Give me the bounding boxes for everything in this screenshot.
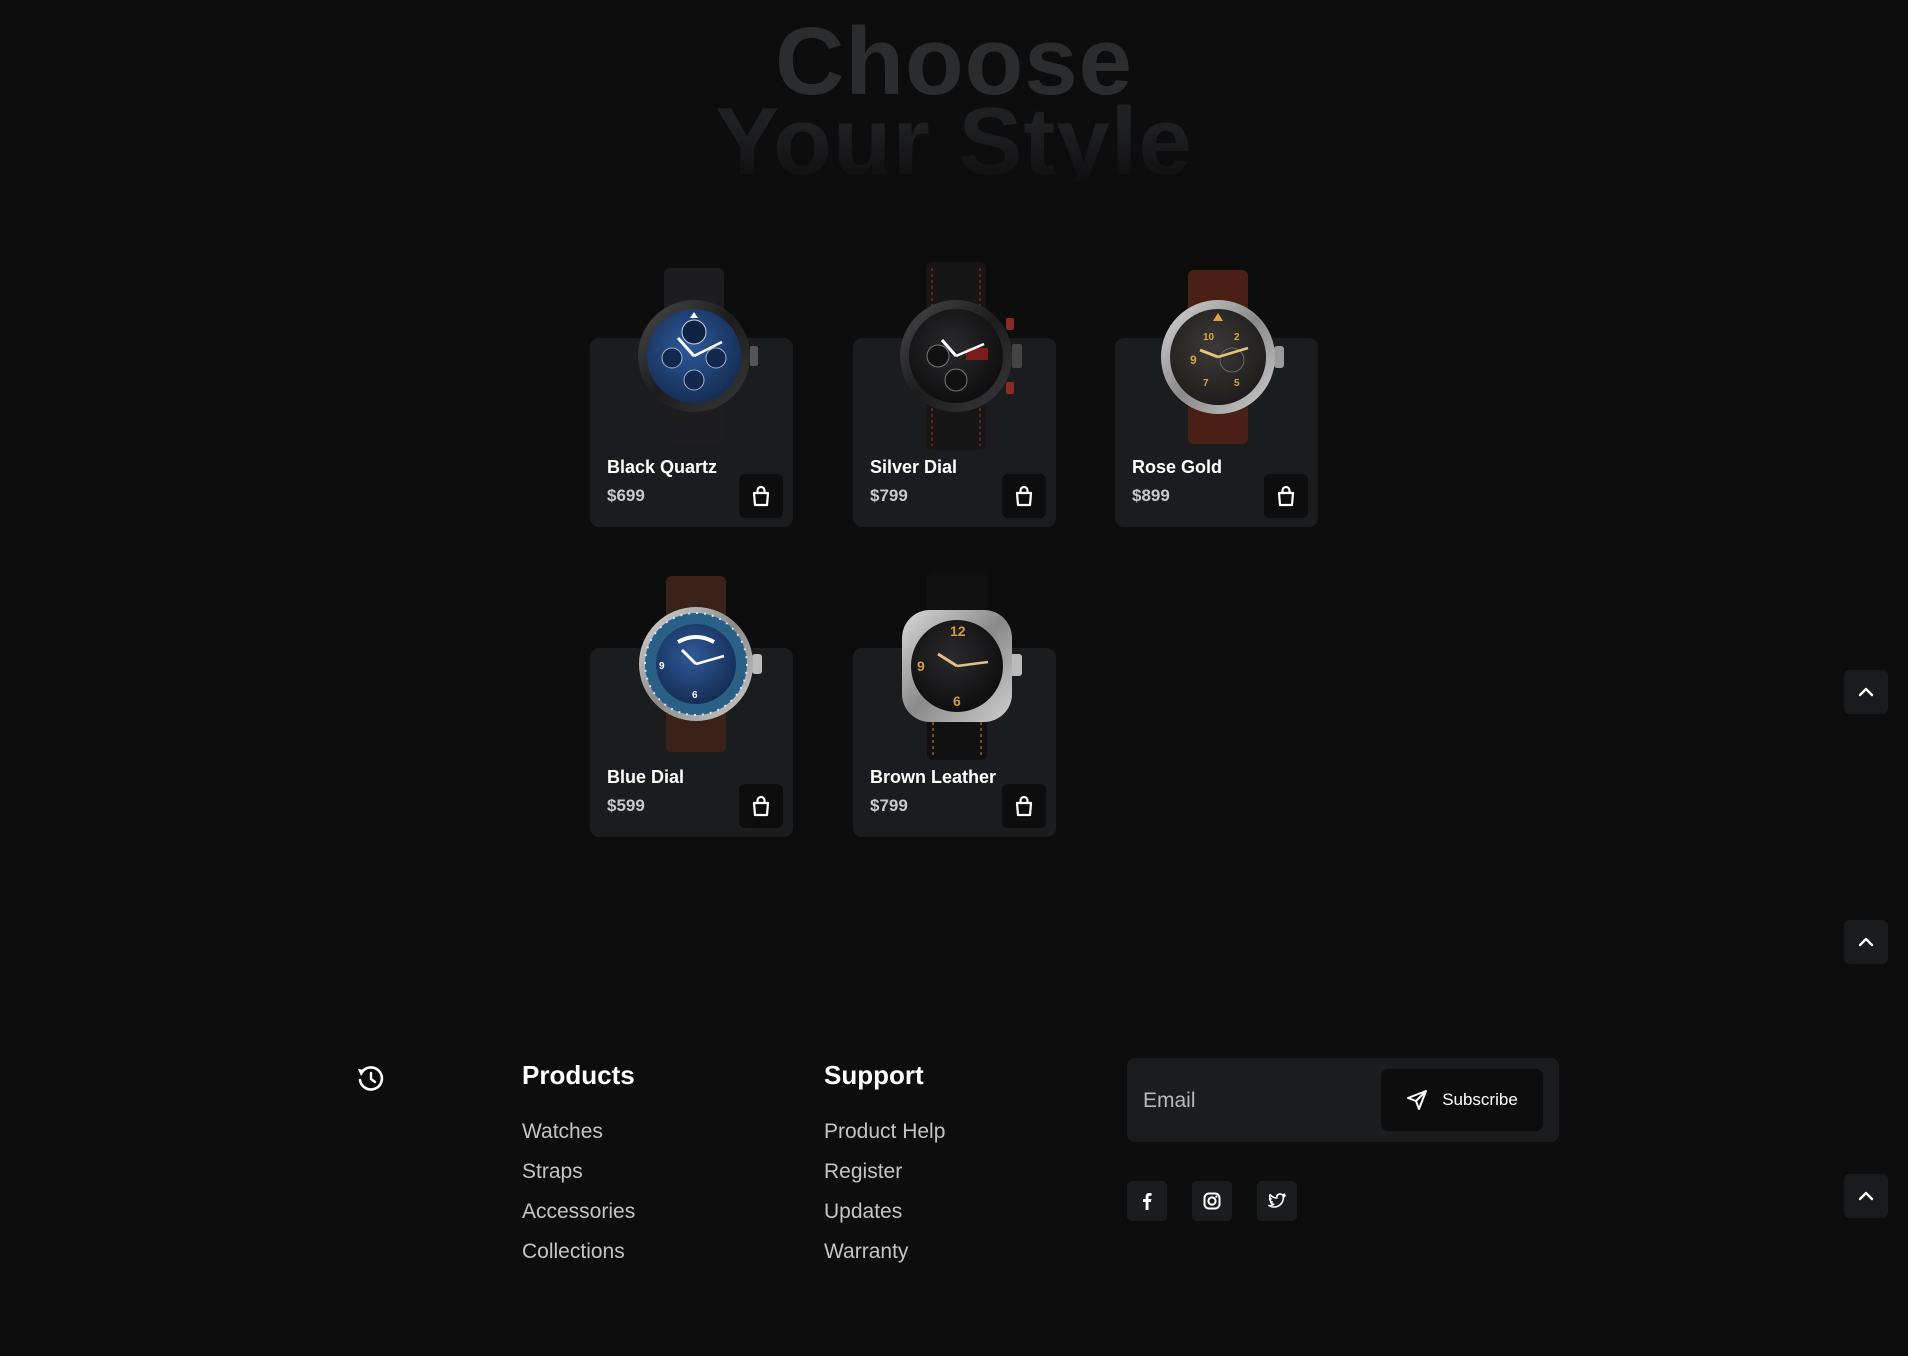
hero-heading: Choose Your Style	[0, 8, 1908, 195]
product-name: Blue Dial	[607, 767, 685, 787]
cushion-case-black-watch-image: 12 9 6	[902, 572, 1022, 760]
footer-products-title: Products	[522, 1060, 635, 1090]
svg-text:6: 6	[692, 690, 698, 701]
blue-dial-moonphase-watch-image	[638, 268, 758, 444]
footer-link-collections[interactable]: Collections	[522, 1232, 635, 1272]
shopping-bag-icon	[752, 485, 770, 507]
product-price: $899	[1132, 486, 1170, 505]
add-to-cart-button[interactable]	[739, 784, 783, 828]
footer-link-accessories[interactable]: Accessories	[522, 1192, 635, 1232]
add-to-cart-button[interactable]	[1002, 474, 1046, 518]
subscribe-button[interactable]: Subscribe	[1381, 1069, 1543, 1131]
footer-link-product-help[interactable]: Product Help	[824, 1112, 945, 1152]
product-price: $699	[607, 486, 645, 505]
product-name: Black Quartz	[607, 457, 718, 477]
footer-support-column: Support Product Help Register Updates Wa…	[824, 1060, 945, 1272]
footer-link-straps[interactable]: Straps	[522, 1152, 635, 1192]
svg-text:9: 9	[1190, 353, 1197, 367]
scroll-top-button[interactable]	[1844, 670, 1888, 714]
footer-link-warranty[interactable]: Warranty	[824, 1232, 945, 1272]
facebook-link[interactable]	[1127, 1181, 1167, 1221]
scroll-top-button[interactable]	[1844, 920, 1888, 964]
footer-products-column: Products Watches Straps Accessories Coll…	[522, 1060, 635, 1272]
add-to-cart-button[interactable]	[1264, 474, 1308, 518]
footer-link-register[interactable]: Register	[824, 1152, 945, 1192]
product-price: $799	[870, 486, 908, 505]
svg-text:9: 9	[659, 661, 665, 672]
hero-title-line-1: Choose	[774, 8, 1134, 115]
chevron-up-icon	[1858, 687, 1874, 697]
scroll-top-button[interactable]	[1844, 1174, 1888, 1218]
footer-support-title: Support	[824, 1060, 924, 1090]
footer-link-watches[interactable]: Watches	[522, 1112, 635, 1152]
newsletter-form: Subscribe	[1127, 1058, 1559, 1142]
shopping-bag-icon	[1015, 485, 1033, 507]
email-input[interactable]	[1141, 1080, 1335, 1122]
send-icon	[1407, 1090, 1428, 1110]
shopping-bag-icon	[1277, 485, 1295, 507]
facebook-icon	[1143, 1193, 1152, 1210]
shopping-bag-icon	[752, 795, 770, 817]
svg-text:6: 6	[953, 693, 961, 709]
add-to-cart-button[interactable]	[739, 474, 783, 518]
instagram-icon	[1203, 1192, 1221, 1210]
blue-bezel-worldtimer-watch-image: 9 6	[639, 576, 762, 752]
product-price: $599	[607, 796, 645, 815]
svg-text:9: 9	[917, 658, 925, 674]
footer-link-updates[interactable]: Updates	[824, 1192, 945, 1232]
black-chronograph-watch-image	[900, 262, 1022, 450]
add-to-cart-button[interactable]	[1002, 784, 1046, 828]
twitter-icon	[1268, 1193, 1286, 1208]
product-name: Rose Gold	[1132, 457, 1223, 477]
svg-text:2: 2	[1234, 332, 1240, 343]
chevron-up-icon	[1858, 937, 1874, 947]
hero-title-line-2: Your Style	[715, 88, 1193, 195]
shopping-bag-icon	[1015, 795, 1033, 817]
history-clock-logo-icon[interactable]	[356, 1064, 384, 1092]
svg-text:5: 5	[1234, 378, 1240, 389]
svg-text:10: 10	[1203, 332, 1215, 343]
instagram-link[interactable]	[1192, 1181, 1232, 1221]
twitter-link[interactable]	[1257, 1181, 1297, 1221]
product-price: $799	[870, 796, 908, 815]
product-name: Silver Dial	[870, 457, 958, 477]
svg-text:7: 7	[1203, 378, 1209, 389]
pilot-watch-brown-strap-image: 9 10 2 7 5	[1161, 270, 1284, 444]
subscribe-button-label: Subscribe	[1442, 1090, 1518, 1109]
svg-text:12: 12	[950, 623, 966, 639]
product-name: Brown Leather	[870, 767, 997, 787]
chevron-up-icon	[1858, 1191, 1874, 1201]
